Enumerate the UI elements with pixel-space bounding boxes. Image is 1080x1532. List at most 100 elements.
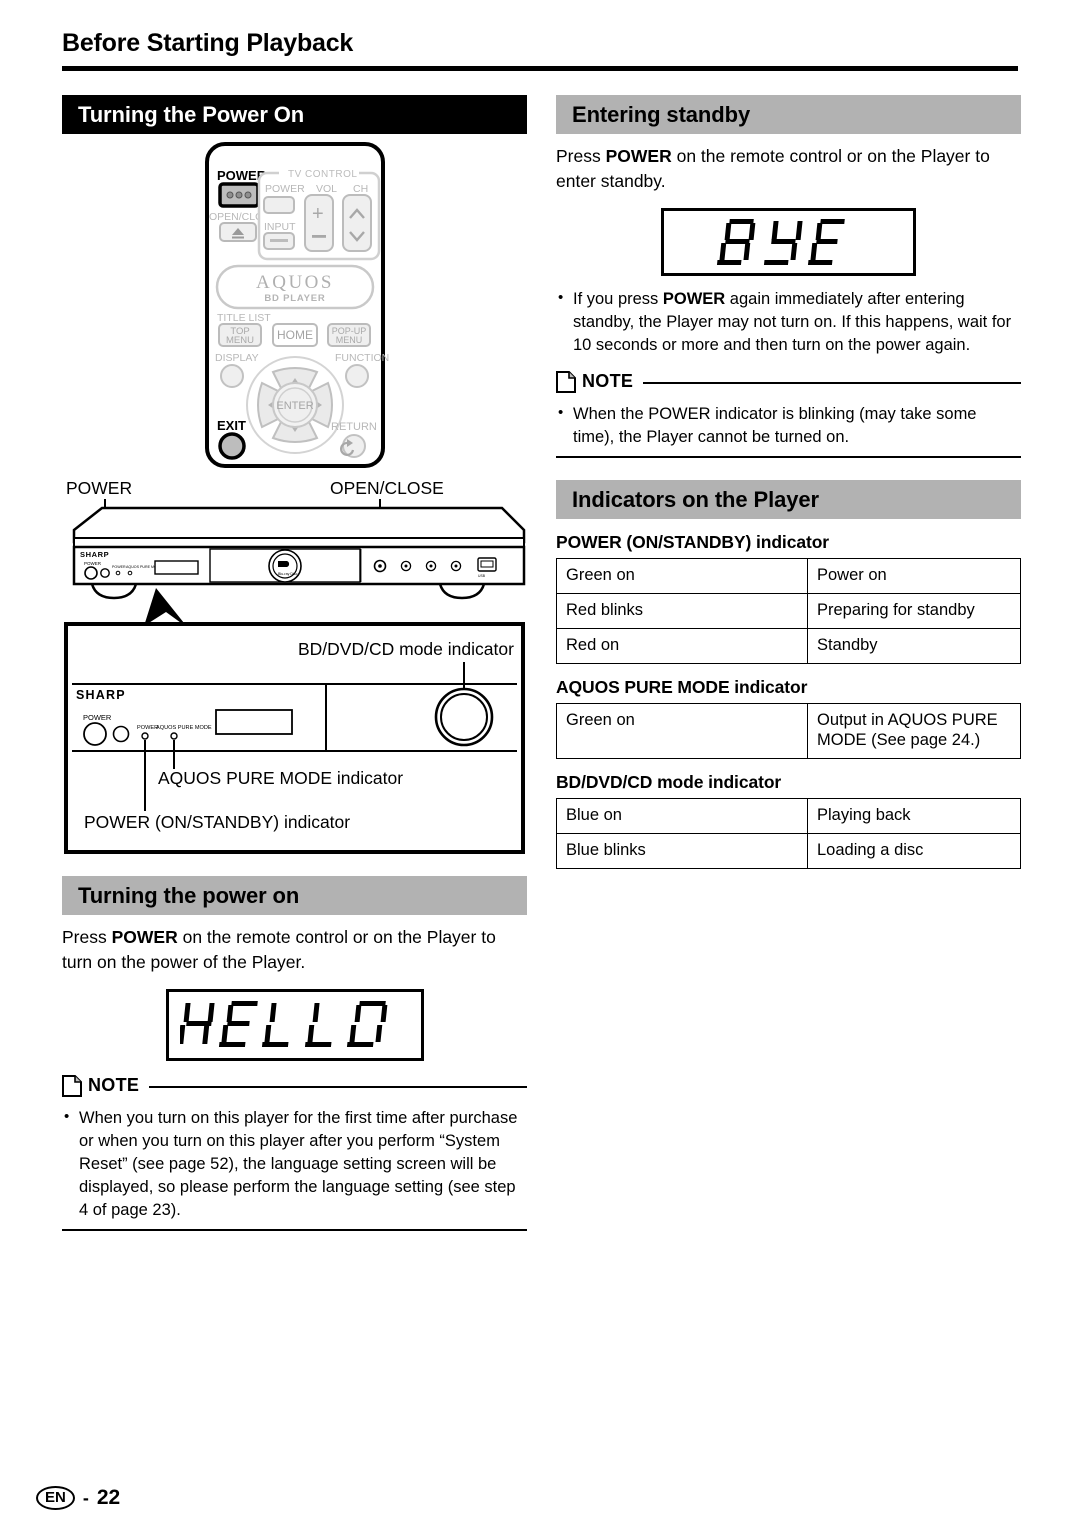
callout-bd-mode-label: BD/DVD/CD mode indicator (298, 639, 514, 659)
remote-brand-label: AQUOS (256, 272, 334, 293)
callout-open-close-label: OPEN/CLOSE (330, 478, 444, 498)
left-column: Turning the Power On POWER OPEN/CLOSE TV… (62, 95, 527, 1232)
note-list-left: When you turn on this player for the fir… (62, 1106, 527, 1222)
para-bold: POWER (111, 927, 178, 947)
player-brand-label: SHARP (80, 550, 109, 559)
note-rule-left (149, 1086, 527, 1089)
page-header: Before Starting Playback (62, 29, 1018, 71)
indicator-table-power: Green on Power on Red blinks Preparing f… (556, 558, 1021, 664)
remote-display-label: DISPLAY (215, 352, 259, 364)
note-header-left: NOTE (62, 1074, 527, 1097)
detail-led-aquos-label: AQUOS PURE MODE (156, 725, 212, 731)
right-column: Entering standby Press POWER on the remo… (556, 95, 1021, 869)
table-cell-meaning: Preparing for standby (807, 592, 1021, 629)
table-cell-meaning: Playing back (807, 798, 1021, 834)
remote-top-menu-label-2: MENU (226, 335, 254, 346)
svg-text:POWER: POWER (112, 565, 126, 569)
indicator-table-aquos-pure: Green on Output in AQUOS PURE MODE (See … (556, 702, 1021, 760)
bullet-item: If you press POWER again immediately aft… (556, 287, 1021, 357)
entering-standby-bullets: If you press POWER again immediately aft… (556, 287, 1021, 357)
turning-power-on-paragraph: Press POWER on the remote control or on … (62, 925, 527, 975)
remote-popup-label-2: MENU (335, 335, 362, 345)
remote-brand-sub-label: BD PLAYER (264, 293, 325, 304)
footer-dash: - (82, 1487, 89, 1508)
page-number: 22 (96, 1486, 121, 1509)
note-bottom-rule-right (556, 456, 1021, 459)
remote-function-label: FUNCTION (335, 352, 389, 364)
player-illustration: POWER OPEN/CLOSE SHARP POWER POWER AQUOS… (64, 478, 526, 854)
section-heading-label: Turning the Power On (78, 101, 305, 127)
section-heading-label-2: Turning the power on (78, 882, 300, 908)
callout-aquos-pure-label: AQUOS PURE MODE indicator (158, 768, 403, 788)
para-pre-2: Press (556, 146, 606, 166)
callout-power-label: POWER (66, 478, 132, 498)
bye-lcd-display (661, 207, 916, 276)
table-row: Green on Output in AQUOS PURE MODE (See … (556, 702, 1021, 760)
remote-tv-ch-label: CH (353, 183, 368, 195)
table-cell-condition: Green on (556, 702, 808, 760)
note-item: When the POWER indicator is blinking (ma… (556, 402, 1021, 449)
detail-led-power-label: POWER (137, 725, 158, 731)
table-cell-condition: Blue blinks (556, 832, 808, 869)
bye-display-wrap (556, 207, 1021, 276)
note-header-right: NOTE (556, 370, 1021, 393)
note-page-icon (556, 370, 576, 393)
header-rule (62, 65, 1018, 71)
table-cell-meaning: Loading a disc (807, 832, 1021, 869)
table-row: Red on Standby (556, 627, 1021, 664)
table-cell-condition: Red blinks (556, 592, 808, 629)
section-heading-turning-power-on-lower: Turning the power on (62, 876, 527, 915)
remote-vol-plus: + (312, 203, 324, 225)
section-heading-indicators: Indicators on the Player (556, 480, 1021, 520)
table-row: Green on Power on (556, 558, 1021, 594)
remote-tv-control-label: TV CONTROL (288, 169, 357, 180)
remote-exit-label: EXIT (217, 418, 246, 433)
note-bottom-rule-left (62, 1229, 527, 1232)
table-title-power: POWER (ON/STANDBY) indicator (556, 532, 829, 553)
section-heading-entering-standby: Entering standby (556, 95, 1021, 134)
remote-tv-vol-label: VOL (316, 183, 337, 195)
entering-standby-paragraph: Press POWER on the remote control or on … (556, 144, 1021, 194)
section-heading-label-4: Indicators on the Player (572, 486, 820, 512)
table-row: Blue on Playing back (556, 798, 1021, 834)
remote-tv-input-label: INPUT (264, 221, 296, 233)
remote-vol-minus (311, 235, 326, 238)
svg-text:USB: USB (478, 574, 486, 578)
note-list-right: When the POWER indicator is blinking (ma… (556, 402, 1021, 449)
table-cell-condition: Red on (556, 627, 808, 664)
para-pre: Press (62, 927, 112, 947)
remote-control-figure: POWER OPEN/CLOSE TV CONTROL POWER VOL CH… (62, 140, 527, 470)
section-heading-turning-power-on: Turning the Power On (62, 95, 527, 134)
detail-power-label: POWER (83, 713, 112, 722)
page-footer: EN - 22 (36, 1486, 120, 1510)
indicator-table-bd-mode: Blue on Playing back Blue blinks Loading… (556, 798, 1021, 869)
hello-lcd-display (165, 988, 424, 1061)
hello-display-wrap (62, 988, 527, 1061)
table-cell-condition: Green on (556, 558, 808, 594)
table-title-aquos-pure: AQUOS PURE MODE indicator (556, 676, 808, 697)
table-cell-meaning: Power on (807, 558, 1021, 594)
table-cell-meaning: Standby (807, 627, 1021, 664)
bye-seven-segment (716, 218, 845, 265)
table-row: Blue blinks Loading a disc (556, 832, 1021, 869)
svg-text:POWER: POWER (84, 561, 102, 566)
note-item: When you turn on this player for the fir… (62, 1106, 527, 1222)
remote-enter-label: ENTER (276, 400, 313, 412)
table-title-bd-mode: BD/DVD/CD mode indicator (556, 772, 782, 793)
hello-seven-segment (179, 1000, 387, 1047)
svg-text:Blu-ray Disc: Blu-ray Disc (278, 572, 298, 576)
table-cell-meaning: Output in AQUOS PURE MODE (See page 24.) (807, 702, 1021, 760)
remote-home-label: HOME (277, 328, 313, 342)
table-cell-condition: Blue on (556, 798, 808, 834)
section-heading-label-3: Entering standby (572, 101, 751, 127)
note-rule-right (643, 382, 1021, 385)
remote-tv-power-label: POWER (265, 183, 305, 195)
callout-power-onstandby-label: POWER (ON/STANDBY) indicator (84, 812, 350, 832)
note-label-right: NOTE (582, 371, 634, 392)
remote-title-list-label: TITLE LIST (217, 312, 271, 324)
bullet-bold: POWER (662, 289, 726, 308)
note-page-icon (62, 1074, 82, 1097)
remote-control-illustration: POWER OPEN/CLOSE TV CONTROL POWER VOL CH… (204, 142, 389, 468)
table-row: Red blinks Preparing for standby (556, 592, 1021, 629)
language-badge: EN (36, 1486, 75, 1510)
